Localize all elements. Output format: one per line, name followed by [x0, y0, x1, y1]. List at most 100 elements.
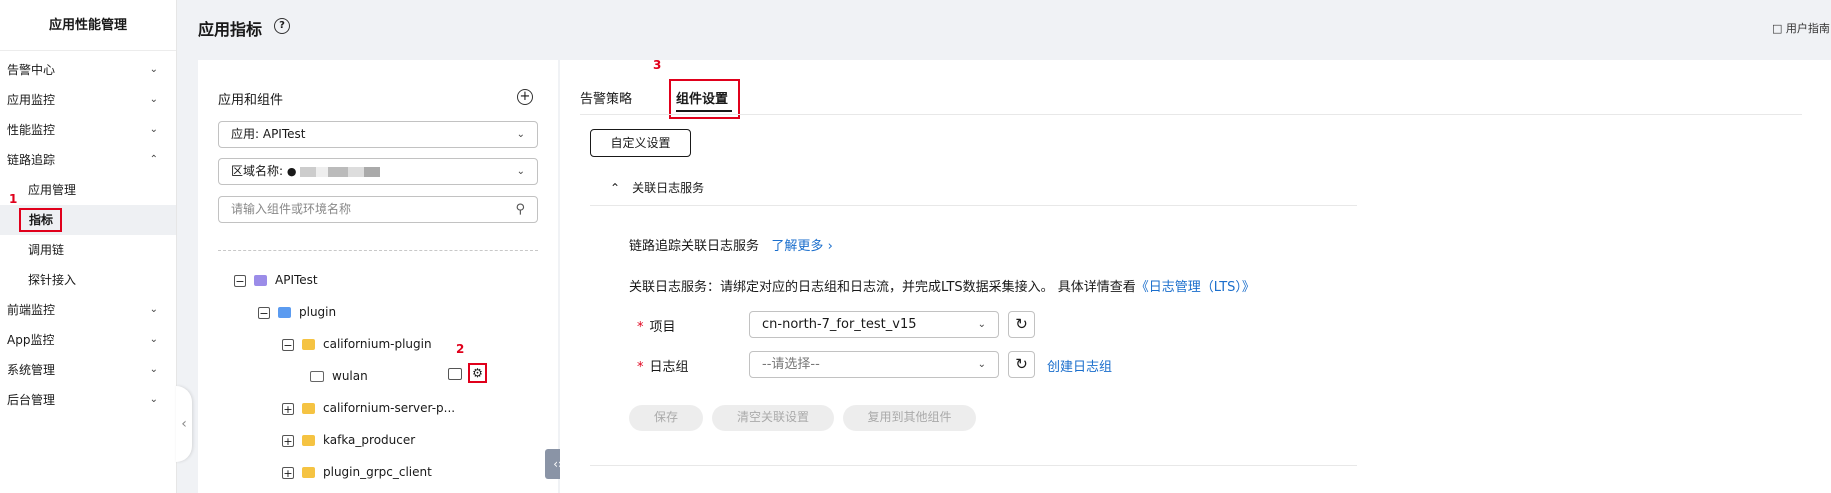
- search-placeholder: 请输入组件或环境名称: [231, 202, 352, 216]
- search-icon: ⚲: [515, 202, 525, 217]
- chevron-down-icon: ⌄: [977, 359, 986, 370]
- tree-node-label: californium-server-p...: [323, 401, 456, 415]
- nav-sub-label: 调用链: [28, 243, 65, 257]
- refresh-log-group-button[interactable]: ↻: [1008, 351, 1035, 378]
- tree-node-label: APITest: [275, 273, 318, 287]
- expand-icon[interactable]: +: [282, 402, 294, 415]
- expand-icon[interactable]: +: [282, 466, 294, 479]
- description-text: 链路追踪关联日志服务: [629, 239, 760, 254]
- create-log-group-link[interactable]: 创建日志组: [1047, 356, 1112, 375]
- project-select[interactable]: cn-north-7_for_test_v15 ⌄: [749, 311, 999, 338]
- annotation-number: 3: [653, 58, 662, 72]
- tree-node-californium-plugin[interactable]: − californium-plugin: [282, 334, 432, 354]
- nav-item-app-monitor-mobile[interactable]: App监控 ⌄: [0, 325, 176, 355]
- nav-sub-probe-access[interactable]: 探针接入: [0, 265, 176, 295]
- nav-sub-app-manage[interactable]: 应用管理: [0, 175, 176, 205]
- log-group-select[interactable]: --请选择-- ⌄: [749, 351, 999, 378]
- nav-item-label: 系统管理: [7, 363, 56, 377]
- collapse-icon[interactable]: −: [234, 274, 246, 287]
- document-icon: □: [1772, 22, 1783, 35]
- app-select[interactable]: 应用: APITest ⌄: [218, 121, 538, 148]
- annotation-number: 2: [456, 342, 465, 356]
- component-search-input[interactable]: 请输入组件或环境名称 ⚲: [218, 196, 538, 223]
- nav-item-perf-monitor[interactable]: 性能监控 ⌄: [0, 115, 176, 145]
- description-text: 关联日志服务：请绑定对应的日志组和日志流，并完成LTS数据采集接入。 具体详情查…: [629, 280, 1136, 295]
- environment-icon: [310, 371, 324, 382]
- side-nav: 应用性能管理 告警中心 ⌄ 应用监控 ⌄ 性能监控 ⌄ 链路追踪 ⌃ 应用管理 指标 1…: [0, 0, 177, 493]
- lts-docs-link[interactable]: 《日志管理（LTS）》: [1136, 280, 1255, 295]
- annotation-number: 1: [9, 192, 18, 206]
- app-select-value: 应用: APITest: [231, 127, 306, 141]
- tab-alarm-policy[interactable]: 告警策略: [580, 88, 632, 107]
- nav-item-frontend-monitor[interactable]: 前端监控 ⌄: [0, 295, 176, 325]
- component-icon: [302, 403, 315, 414]
- nav-item-label: 前端监控: [7, 303, 56, 317]
- monitor-icon[interactable]: [448, 368, 462, 380]
- add-icon[interactable]: +: [517, 89, 533, 105]
- association-description: 关联日志服务：请绑定对应的日志组和日志流，并完成LTS数据采集接入。 具体详情查…: [629, 276, 1255, 295]
- nav-item-label: 链路追踪: [7, 153, 56, 167]
- nav-sub-metrics-highlight: 指标: [19, 208, 62, 232]
- nav-item-backend-manage[interactable]: 后台管理 ⌄: [0, 385, 176, 415]
- chevron-left-icon: ‹: [181, 416, 187, 432]
- log-group-label-text: 日志组: [649, 360, 689, 375]
- expand-icon[interactable]: +: [282, 434, 294, 447]
- nav-sub-call-chain[interactable]: 调用链: [0, 235, 176, 265]
- tree-node-plugin-grpc-client[interactable]: + plugin_grpc_client: [282, 462, 432, 482]
- tree-node-plugin[interactable]: − plugin: [258, 302, 336, 322]
- chevron-down-icon: ⌄: [149, 304, 158, 315]
- project-label: * 项目: [637, 320, 676, 335]
- tab-component-settings[interactable]: 组件设置: [676, 88, 728, 107]
- refresh-icon: ↻: [1015, 355, 1028, 373]
- nav-sub-label: 指标: [29, 213, 54, 227]
- region-select[interactable]: 区域名称: ● ⌄: [218, 158, 538, 185]
- chevron-down-icon: ⌄: [149, 64, 158, 75]
- chevron-down-icon: ⌄: [149, 394, 158, 405]
- tree-node-label: kafka_producer: [323, 433, 416, 447]
- help-icon[interactable]: ?: [274, 18, 290, 34]
- tree-node-apitest[interactable]: − APITest: [234, 270, 318, 290]
- save-button[interactable]: 保存: [629, 405, 703, 431]
- nav-item-label: App监控: [7, 333, 55, 347]
- project-label-text: 项目: [649, 320, 676, 335]
- settings-gear-icon[interactable]: ⚙: [468, 363, 487, 383]
- tree-node-label: plugin_grpc_client: [323, 465, 432, 479]
- collapse-nav-button[interactable]: ‹: [176, 386, 192, 462]
- tree-node-californium-server[interactable]: + californium-server-p...: [282, 398, 455, 418]
- section-bottom-divider: [590, 465, 1357, 466]
- tree-divider: [218, 250, 538, 251]
- user-guide-label: 用户指南: [1785, 22, 1830, 35]
- application-icon: [254, 275, 267, 286]
- component-icon: [302, 435, 315, 446]
- chevron-down-icon: ⌄: [977, 319, 986, 330]
- learn-more-link[interactable]: 了解更多 ›: [771, 239, 832, 254]
- refresh-project-button[interactable]: ↻: [1008, 311, 1035, 338]
- nav-title: 应用性能管理: [48, 18, 127, 33]
- tree-node-kafka-producer[interactable]: + kafka_producer: [282, 430, 415, 450]
- nav-item-app-monitor[interactable]: 应用监控 ⌄: [0, 85, 176, 115]
- nav-item-label: 后台管理: [7, 393, 56, 407]
- collapse-icon[interactable]: −: [282, 338, 294, 351]
- nav-item-alarm-center[interactable]: 告警中心 ⌄: [0, 55, 176, 85]
- clear-association-button[interactable]: 清空关联设置: [712, 405, 834, 431]
- refresh-icon: ↻: [1015, 315, 1028, 333]
- chevron-down-icon: ⌄: [516, 129, 525, 140]
- active-tab-indicator: [676, 110, 732, 112]
- log-group-label: * 日志组: [637, 360, 689, 375]
- learn-more-label: 了解更多: [771, 239, 824, 254]
- page-title: 应用指标: [198, 20, 263, 39]
- user-guide-link[interactable]: □ 用户指南: [1772, 20, 1830, 36]
- chevron-down-icon: ⌄: [516, 166, 525, 177]
- component-icon: [302, 467, 315, 478]
- chevron-down-icon: ⌄: [149, 124, 158, 135]
- chevron-down-icon: ⌄: [149, 334, 158, 345]
- tracing-log-description: 链路追踪关联日志服务 了解更多 ›: [629, 235, 833, 254]
- copy-to-other-components-button[interactable]: 复用到其他组件: [843, 405, 976, 431]
- collapse-icon[interactable]: −: [258, 306, 270, 319]
- nav-item-system-manage[interactable]: 系统管理 ⌄: [0, 355, 176, 385]
- nav-item-label: 性能监控: [7, 123, 56, 137]
- section-header[interactable]: ⌃ 关联日志服务: [590, 171, 1357, 206]
- nav-item-tracing[interactable]: 链路追踪 ⌃: [0, 145, 176, 175]
- tree-node-wulan[interactable]: wulan: [310, 366, 368, 386]
- custom-settings-button[interactable]: 自定义设置: [590, 129, 691, 157]
